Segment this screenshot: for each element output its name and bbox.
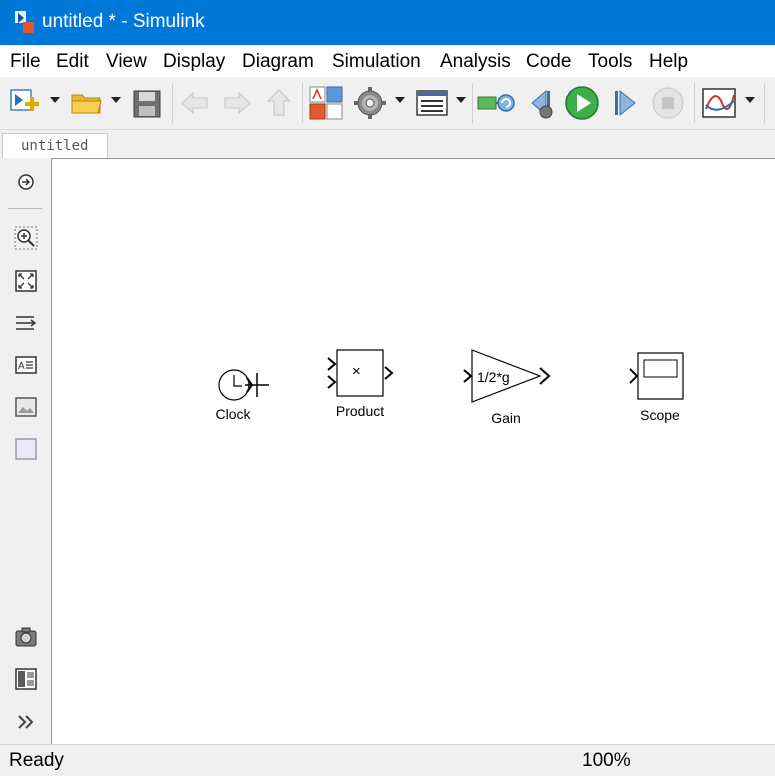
toolbar-separator — [472, 83, 473, 123]
expand-chevrons-icon[interactable] — [14, 710, 38, 734]
status-bar: Ready 100% — [0, 744, 775, 776]
status-text: Ready — [9, 750, 64, 771]
window-title: untitled * - Simulink — [42, 11, 205, 32]
fit-to-view-icon[interactable] — [14, 269, 38, 293]
back-arrow-icon[interactable] — [178, 85, 212, 121]
toolbar-separator — [302, 83, 303, 123]
open-dropdown-icon[interactable] — [111, 97, 121, 103]
model-explorer-icon[interactable] — [414, 85, 450, 121]
svg-text:A: A — [18, 361, 25, 372]
settings-dropdown-icon[interactable] — [395, 97, 405, 103]
menu-file[interactable]: File — [10, 51, 41, 73]
menu-edit[interactable]: Edit — [56, 51, 89, 73]
clock-label: Clock — [215, 406, 251, 422]
new-model-dropdown-icon[interactable] — [50, 97, 60, 103]
model-canvas[interactable]: Clock × Product 1/2*g Gain Scope — [52, 158, 775, 744]
menu-simulation[interactable]: Simulation — [332, 51, 421, 73]
toolbar — [0, 77, 775, 130]
up-arrow-icon[interactable] — [262, 85, 296, 121]
run-icon[interactable] — [564, 85, 600, 121]
scope-viewer-icon[interactable] — [700, 85, 738, 121]
model-tab-bar: untitled — [0, 130, 775, 158]
scope-label: Scope — [640, 407, 680, 423]
signal-lines-icon[interactable] — [14, 311, 38, 335]
zoom-icon[interactable] — [14, 226, 38, 250]
menu-tools[interactable]: Tools — [588, 51, 632, 73]
menu-help[interactable]: Help — [649, 51, 688, 73]
menu-code[interactable]: Code — [526, 51, 571, 73]
tab-label: untitled — [21, 138, 89, 154]
explorer-dropdown-icon[interactable] — [456, 97, 466, 103]
menu-bar: File Edit View Display Diagram Simulatio… — [0, 45, 775, 77]
toolbar-separator — [172, 83, 173, 123]
save-icon[interactable] — [130, 85, 164, 121]
left-palette: A — [0, 158, 52, 744]
step-back-icon[interactable] — [524, 85, 558, 121]
screenshot-camera-icon[interactable] — [14, 625, 38, 649]
model-browser-icon[interactable] — [14, 667, 38, 691]
hide-explorer-bar-icon[interactable] — [14, 170, 38, 194]
toolbar-separator — [694, 83, 695, 123]
forward-arrow-icon[interactable] — [220, 85, 254, 121]
product-label: Product — [335, 403, 385, 419]
step-forward-icon[interactable] — [608, 85, 642, 121]
new-model-icon[interactable] — [8, 85, 42, 121]
menu-analysis[interactable]: Analysis — [440, 51, 511, 73]
stop-icon[interactable] — [650, 85, 686, 121]
menu-diagram[interactable]: Diagram — [242, 51, 314, 73]
simulink-app-icon — [15, 11, 34, 33]
zoom-level: 100% — [582, 750, 631, 771]
image-icon[interactable] — [14, 395, 38, 419]
toolbar-separator — [764, 83, 765, 123]
gain-label: Gain — [491, 410, 521, 426]
palette-divider — [8, 208, 42, 209]
scope-block[interactable] — [628, 351, 688, 403]
update-diagram-icon[interactable] — [476, 85, 516, 121]
area-icon[interactable] — [14, 437, 38, 461]
gain-value: 1/2*g — [477, 369, 510, 385]
product-symbol: × — [352, 363, 361, 380]
product-block[interactable] — [326, 348, 396, 400]
clock-block[interactable] — [214, 365, 274, 405]
library-browser-icon[interactable] — [308, 85, 344, 121]
menu-display[interactable]: Display — [163, 51, 225, 73]
scope-dropdown-icon[interactable] — [745, 97, 755, 103]
model-settings-gear-icon[interactable] — [352, 85, 388, 121]
title-bar: untitled * - Simulink — [0, 0, 775, 45]
tab-untitled[interactable]: untitled — [2, 133, 108, 158]
annotation-icon[interactable]: A — [14, 353, 38, 377]
menu-view[interactable]: View — [106, 51, 147, 73]
open-folder-icon[interactable] — [70, 85, 104, 121]
